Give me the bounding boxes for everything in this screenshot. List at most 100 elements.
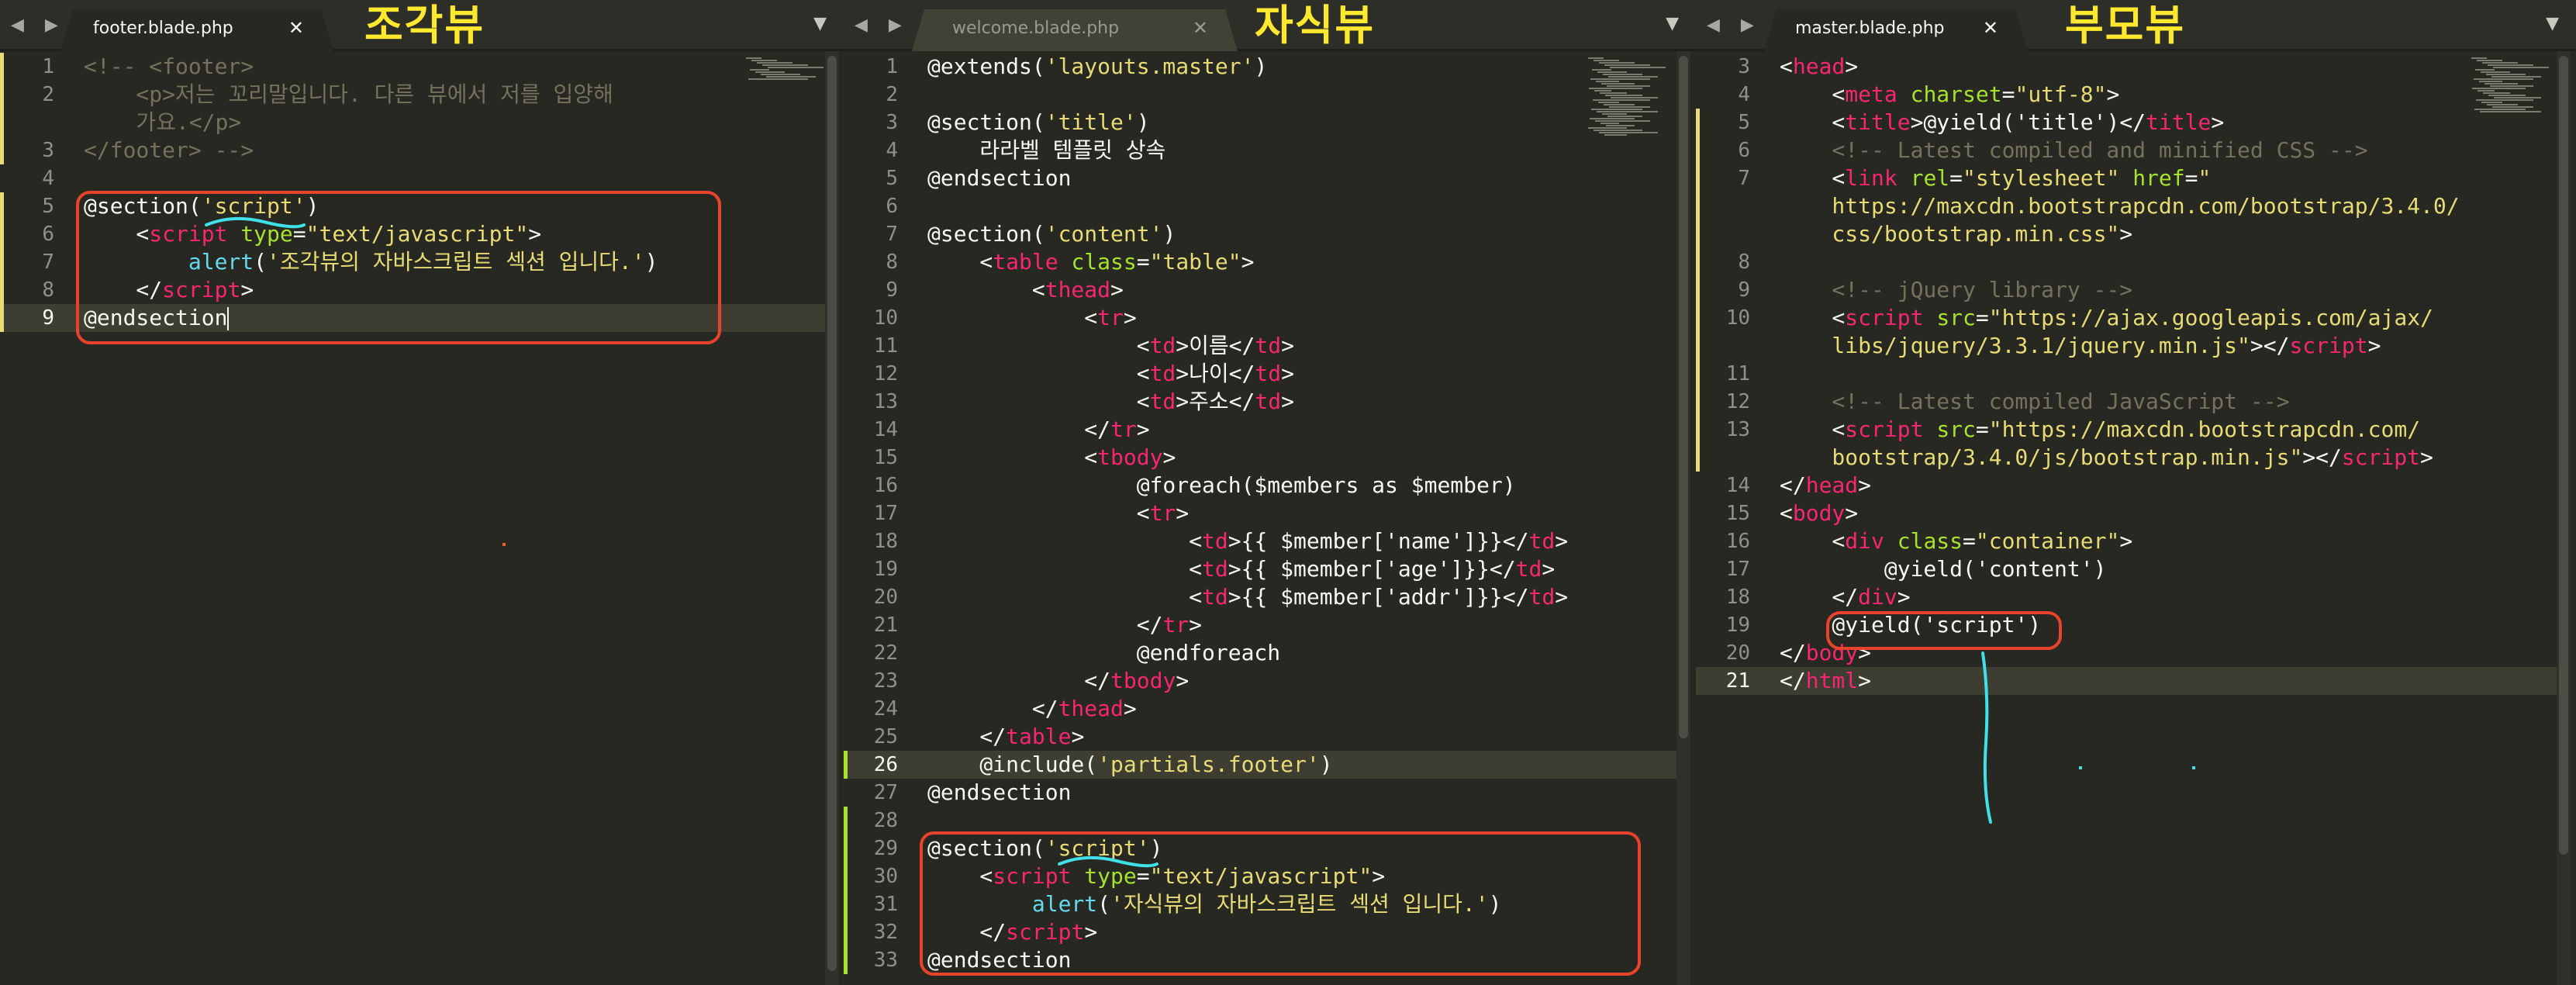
scroll-thumb[interactable] [1679, 56, 1688, 738]
code-line[interactable]: 14 </head> [1696, 472, 2576, 499]
code-line[interactable]: 13 <td>주소</td> [844, 388, 1696, 416]
code-line[interactable]: 1 @extends('layouts.master') [844, 53, 1696, 81]
code-area[interactable]: 3 <head> 4 <meta charset="utf-8"> 5 <title>… [1696, 53, 2576, 695]
code-token: < [927, 249, 993, 275]
code-line[interactable]: 4 [0, 164, 844, 192]
code-editor[interactable]: 1 <!-- <footer> 2 <p>저는 꼬리말입니다. 다른 뷰에서 저를 … [0, 51, 844, 985]
code-line[interactable]: 19 <td>{{ $member['age']}}</td> [844, 555, 1696, 583]
code-line[interactable]: 3 @section('title') [844, 109, 1696, 137]
code-line[interactable]: 9 <thead> [844, 276, 1696, 304]
minimap-line [766, 76, 816, 78]
code-token: > [2211, 109, 2225, 135]
code-line[interactable]: 18 <td>{{ $member['name']}}</td> [844, 527, 1696, 555]
tab-master[interactable]: master.blade.php ✕ [1764, 9, 2028, 51]
minimap-line [1588, 57, 1604, 59]
minimap[interactable] [746, 57, 831, 150]
code-line[interactable]: https://maxcdn.bootstrapcdn.com/bootstra… [1696, 192, 2576, 220]
tab-footer[interactable]: footer.blade.php ✕ [60, 9, 333, 51]
code-line[interactable]: 8 [1696, 248, 2576, 276]
code-line[interactable]: 11 [1696, 360, 2576, 388]
code-token: < [927, 556, 1203, 582]
code-line[interactable]: 13 <script src="https://maxcdn.bootstrap… [1696, 416, 2576, 444]
code-line[interactable]: 17 @yield('content') [1696, 555, 2576, 583]
code-line[interactable]: 8 <table class="table"> [844, 248, 1696, 276]
line-text: css/bootstrap.min.css"> [1780, 220, 2132, 248]
code-token: @extends( [927, 54, 1045, 79]
code-line[interactable]: 16 @foreach($members as $member) [844, 472, 1696, 499]
code-line[interactable]: 12 <td>나이</td> [844, 360, 1696, 388]
close-icon[interactable]: ✕ [1983, 17, 1998, 39]
code-token: script [2289, 333, 2368, 358]
pane-master: ◀ ▶ master.blade.php ✕ 부모뷰 ▼ 3 <head> 4 <m… [1696, 0, 2576, 985]
code-line[interactable]: 17 <tr> [844, 499, 1696, 527]
code-line[interactable]: 11 <td>이름</td> [844, 332, 1696, 360]
close-icon[interactable]: ✕ [288, 17, 304, 39]
chevron-down-icon[interactable]: ▼ [1666, 14, 1679, 33]
code-line[interactable]: 20 <td>{{ $member['addr']}}</td> [844, 583, 1696, 611]
code-editor[interactable]: 1 @extends('layouts.master') 2 3 @section('t… [844, 51, 1696, 985]
minimap-line [2472, 88, 2526, 89]
minimap[interactable] [1588, 57, 1673, 150]
chevron-down-icon[interactable]: ▼ [813, 14, 827, 33]
close-icon[interactable]: ✕ [1193, 17, 1208, 39]
code-line[interactable]: 4 <meta charset="utf-8"> [1696, 81, 2576, 109]
code-line[interactable]: bootstrap/3.4.0/js/bootstrap.min.js"></s… [1696, 444, 2576, 472]
line-text: 가요.</p> [84, 109, 241, 137]
scrollbar[interactable] [1676, 51, 1690, 985]
code-line[interactable]: 21 </tr> [844, 611, 1696, 639]
code-line[interactable]: 6 <!-- Latest compiled and minified CSS … [1696, 137, 2576, 164]
code-line[interactable]: libs/jquery/3.3.1/jquery.min.js"></scrip… [1696, 332, 2576, 360]
tab-nav-arrows-icon[interactable]: ◀ ▶ [855, 16, 910, 35]
tab-nav-arrows-icon[interactable]: ◀ ▶ [11, 16, 66, 35]
code-token: "utf-8" [2015, 81, 2107, 107]
code-line[interactable]: css/bootstrap.min.css"> [1696, 220, 2576, 248]
scrollbar[interactable] [2557, 51, 2571, 985]
code-line[interactable]: 27 @endsection [844, 779, 1696, 807]
code-line[interactable]: 25 </table> [844, 723, 1696, 751]
tab-nav-arrows-icon[interactable]: ◀ ▶ [1707, 16, 1762, 35]
code-line[interactable]: 21 </html> [1696, 667, 2576, 695]
code-line[interactable]: 5 <title>@yield('title')</title> [1696, 109, 2576, 137]
tab-bar: ◀ ▶ welcome.blade.php ✕ 자식뷰 ▼ [844, 0, 1696, 51]
scroll-thumb[interactable] [827, 56, 837, 971]
minimap-line [1593, 99, 1650, 101]
code-token: > [1845, 54, 1859, 79]
tab-welcome[interactable]: welcome.blade.php ✕ [912, 9, 1238, 51]
connector-line [1981, 651, 1992, 824]
code-line[interactable]: 2 <p>저는 꼬리말입니다. 다른 뷰에서 저를 입양해 [0, 81, 844, 109]
code-line[interactable]: 22 @endforeach [844, 639, 1696, 667]
code-line[interactable]: 23 </tbody> [844, 667, 1696, 695]
code-line[interactable]: 2 [844, 81, 1696, 109]
code-line[interactable]: 4 라라벨 템플릿 상속 [844, 137, 1696, 164]
code-line[interactable]: 18 </div> [1696, 583, 2576, 611]
code-line[interactable]: 7 @section('content') [844, 220, 1696, 248]
code-line[interactable]: 12 <!-- Latest compiled JavaScript --> [1696, 388, 2576, 416]
code-line[interactable]: 14 </tr> [844, 416, 1696, 444]
code-line[interactable]: 10 <tr> [844, 304, 1696, 332]
code-line[interactable]: 7 <link rel="stylesheet" href=" [1696, 164, 2576, 192]
code-line[interactable]: 9 <!-- jQuery library --> [1696, 276, 2576, 304]
line-number: 24 [873, 697, 898, 721]
code-line[interactable]: 16 <div class="container"> [1696, 527, 2576, 555]
code-token: src [1936, 416, 1976, 442]
code-line[interactable]: 3 </footer> --> [0, 137, 844, 164]
chevron-down-icon[interactable]: ▼ [2546, 14, 2559, 33]
code-line[interactable]: 가요.</p> [0, 109, 844, 137]
code-line[interactable]: 10 <script src="https://ajax.googleapis.… [1696, 304, 2576, 332]
line-number: 15 [873, 446, 898, 469]
scrollbar[interactable] [825, 51, 839, 985]
code-line[interactable]: 15 <tbody> [844, 444, 1696, 472]
scroll-thumb[interactable] [2559, 56, 2568, 855]
code-line[interactable]: 28 [844, 807, 1696, 835]
minimap[interactable] [2471, 57, 2557, 150]
code-line[interactable]: 1 <!-- <footer> [0, 53, 844, 81]
code-line[interactable]: 5 @endsection [844, 164, 1696, 192]
code-line[interactable]: 24 </thead> [844, 695, 1696, 723]
code-editor[interactable]: 3 <head> 4 <meta charset="utf-8"> 5 <title>… [1696, 51, 2576, 985]
modified-line-marker [0, 276, 4, 304]
code-line[interactable]: 6 [844, 192, 1696, 220]
code-line[interactable]: 15 <body> [1696, 499, 2576, 527]
code-line[interactable]: 3 <head> [1696, 53, 2576, 81]
code-line[interactable]: 26 @include('partials.footer') [844, 751, 1696, 779]
